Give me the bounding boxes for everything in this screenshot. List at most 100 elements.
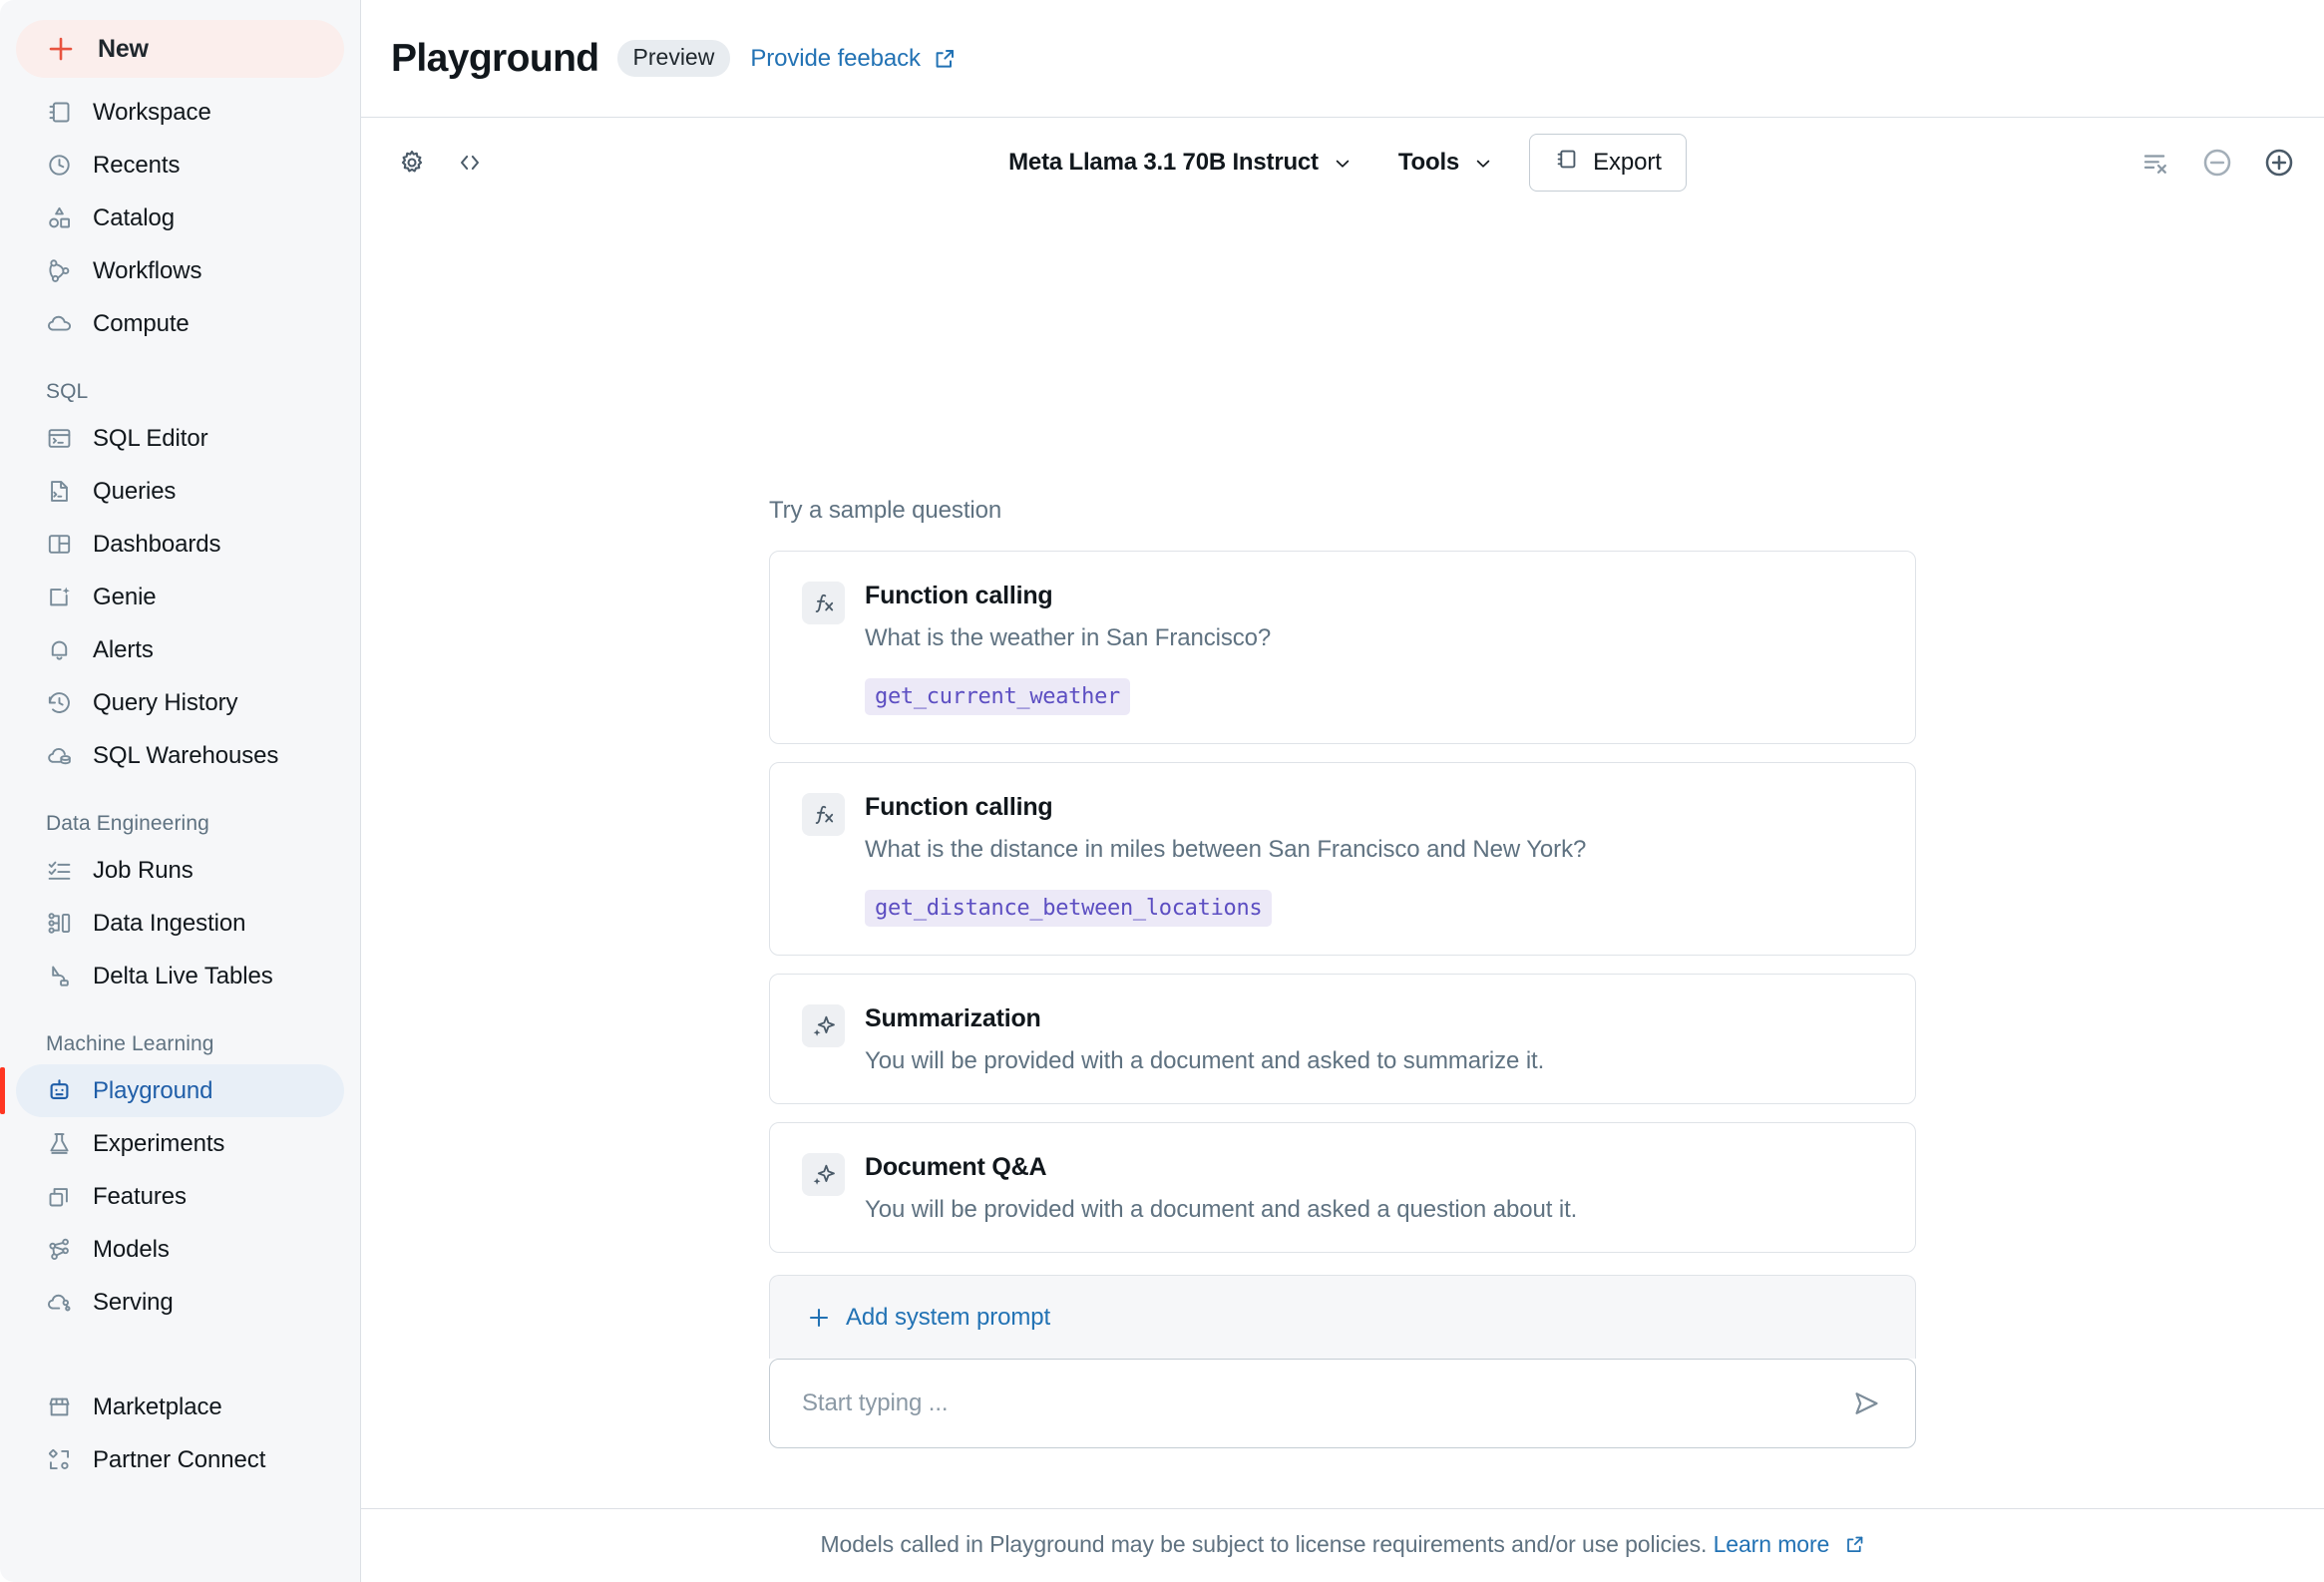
sidebar-item-delta-live-tables[interactable]: Delta Live Tables [16, 950, 344, 1002]
sidebar-item-label: Recents [93, 151, 181, 179]
sample-questions-section: Try a sample question Function calling W… [769, 497, 1916, 1271]
sample-card-title: Function calling [865, 793, 1053, 821]
sparkle-icon [802, 1153, 845, 1196]
sidebar-item-label: Data Ingestion [93, 909, 246, 937]
sidebar-item-label: Compute [93, 309, 190, 337]
sidebar-item-label: Models [93, 1235, 170, 1263]
page-title: Playground [391, 36, 599, 80]
sidebar-item-label: Marketplace [93, 1392, 222, 1420]
provide-feedback-link[interactable]: Provide feeback [750, 45, 921, 73]
sidebar-item-dashboards[interactable]: Dashboards [16, 518, 344, 571]
add-system-prompt-button[interactable]: Add system prompt [769, 1275, 1916, 1359]
page-header: Playground Preview Provide feeback [361, 0, 2324, 118]
footer-notice-text: Models called in Playground may be subje… [820, 1530, 1708, 1557]
sidebar-item-job-runs[interactable]: Job Runs [16, 844, 344, 897]
sidebar-item-playground[interactable]: Playground [0, 1064, 344, 1117]
sample-card-content: Function calling What is the weather in … [865, 580, 1883, 715]
sidebar-item-data-ingestion[interactable]: Data Ingestion [16, 897, 344, 950]
playground-app: New Workspace Recents Catalog Workflows … [0, 0, 2324, 1582]
history-clock-icon [46, 689, 73, 716]
sidebar-item-label: Playground [93, 1076, 213, 1104]
sidebar-item-experiments[interactable]: Experiments [16, 1117, 344, 1170]
section-label-machine-learning: Machine Learning [46, 1032, 214, 1055]
playground-body: Try a sample question Function calling W… [361, 207, 2324, 1508]
sidebar-item-sql-editor[interactable]: SQL Editor [16, 412, 344, 465]
sample-card-function-calling-weather[interactable]: Function calling What is the weather in … [769, 551, 1916, 744]
sidebar-item-alerts[interactable]: Alerts [16, 623, 344, 676]
sidebar-item-label: Workflows [93, 256, 202, 284]
sidebar-item-catalog[interactable]: Catalog [16, 192, 344, 244]
chevron-down-icon [1473, 153, 1493, 173]
sample-card-description: What is the weather in San Francisco? [865, 624, 1272, 651]
ingestion-icon [46, 910, 73, 937]
main-panel: Playground Preview Provide feeback Meta … [361, 0, 2324, 1582]
models-graph-icon [46, 1236, 73, 1263]
sidebar-item-models[interactable]: Models [16, 1223, 344, 1276]
plus-icon [46, 34, 76, 64]
tools-selector[interactable]: Tools [1388, 141, 1503, 185]
chat-input-row [769, 1359, 1916, 1448]
sidebar-item-marketplace[interactable]: Marketplace [16, 1381, 344, 1433]
sidebar-item-workflows[interactable]: Workflows [16, 244, 344, 297]
sample-card-description: You will be provided with a document and… [865, 1196, 1578, 1223]
section-label-data-engineering: Data Engineering [46, 812, 209, 835]
sidebar-item-partner-connect[interactable]: Partner Connect [16, 1433, 344, 1486]
cloud-icon [46, 310, 73, 337]
toolbar-right-group [2134, 142, 2300, 184]
serving-cloud-icon [46, 1289, 73, 1316]
new-button-label: New [98, 34, 149, 63]
sidebar-item-workspace[interactable]: Workspace [16, 86, 344, 139]
export-button-label: Export [1593, 149, 1662, 176]
sample-card-description: What is the distance in miles between Sa… [865, 836, 1587, 863]
flask-icon [46, 1130, 73, 1157]
plus-circle-icon[interactable] [2258, 142, 2300, 184]
sample-questions-heading: Try a sample question [769, 497, 1002, 524]
footer-notice: Models called in Playground may be subje… [820, 1531, 1864, 1561]
toolbar-center-group: Meta Llama 3.1 70B Instruct Tools Export [361, 134, 2324, 192]
tools-selector-label: Tools [1397, 149, 1460, 176]
send-icon[interactable] [1845, 1383, 1887, 1424]
sidebar-item-label: Features [93, 1182, 187, 1210]
chat-input[interactable] [802, 1389, 1845, 1417]
sidebar-item-recents[interactable]: Recents [16, 139, 344, 192]
delta-live-tables-icon [46, 963, 73, 989]
export-button[interactable]: Export [1529, 134, 1687, 192]
warehouse-cloud-icon [46, 742, 73, 769]
learn-more-link[interactable]: Learn more [1714, 1531, 1830, 1557]
clear-history-icon[interactable] [2134, 142, 2176, 184]
gear-icon[interactable] [391, 142, 433, 184]
sidebar-item-sql-warehouses[interactable]: SQL Warehouses [16, 729, 344, 782]
section-label-sql: SQL [46, 380, 89, 403]
page-footer: Models called in Playground may be subje… [361, 1508, 2324, 1582]
workflows-icon [46, 257, 73, 284]
robot-icon [46, 1077, 73, 1104]
sidebar-item-genie[interactable]: Genie [16, 571, 344, 623]
sidebar-item-compute[interactable]: Compute [16, 297, 344, 350]
new-button[interactable]: New [16, 20, 344, 78]
external-link-icon[interactable] [933, 47, 957, 71]
sample-card-summarization[interactable]: Summarization You will be provided with … [769, 974, 1916, 1104]
fx-icon [802, 582, 845, 624]
sample-card-document-qa[interactable]: Document Q&A You will be provided with a… [769, 1122, 1916, 1253]
minus-circle-icon[interactable] [2196, 142, 2238, 184]
sidebar-item-label: Genie [93, 583, 157, 610]
sidebar-item-serving[interactable]: Serving [16, 1276, 344, 1329]
plus-icon [806, 1305, 832, 1331]
external-link-icon[interactable] [1844, 1534, 1865, 1561]
model-selector[interactable]: Meta Llama 3.1 70B Instruct [998, 141, 1362, 185]
workspace-icon [46, 99, 73, 126]
toolbar-left-group [391, 142, 491, 184]
shapes-icon [46, 204, 73, 231]
sample-card-function-calling-distance[interactable]: Function calling What is the distance in… [769, 762, 1916, 956]
sidebar-item-queries[interactable]: Queries [16, 465, 344, 518]
chevron-down-icon [1333, 153, 1353, 173]
dashboard-grid-icon [46, 531, 73, 558]
sidebar-item-query-history[interactable]: Query History [16, 676, 344, 729]
sidebar-item-features[interactable]: Features [16, 1170, 344, 1223]
sample-card-content: Function calling What is the distance in… [865, 791, 1883, 927]
left-sidebar: New Workspace Recents Catalog Workflows … [0, 0, 361, 1582]
sample-card-title: Summarization [865, 1004, 1041, 1032]
code-brackets-icon[interactable] [449, 142, 491, 184]
sample-card-title: Document Q&A [865, 1153, 1047, 1181]
